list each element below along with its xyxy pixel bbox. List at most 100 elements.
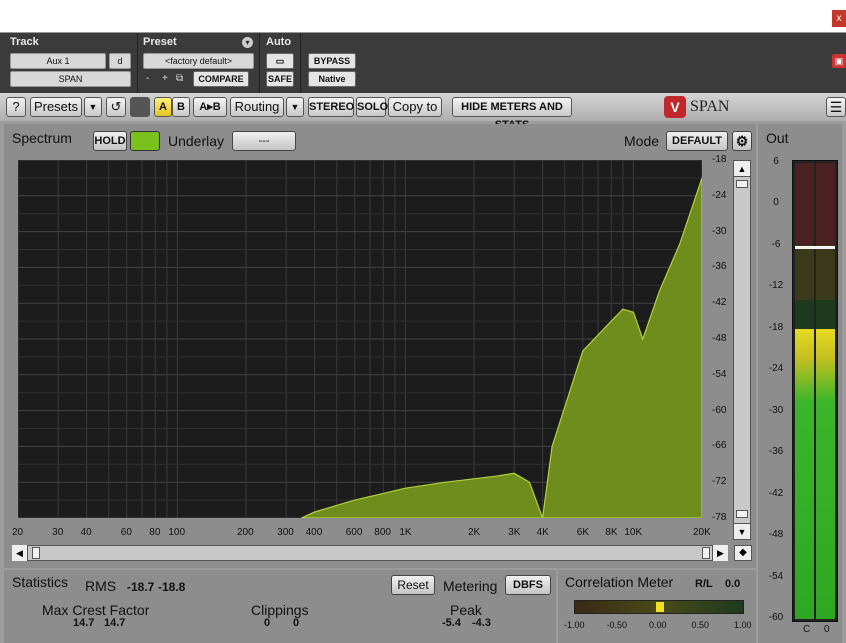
horizontal-scrollbar[interactable] (12, 545, 728, 561)
freq-tick-label: 20K (693, 527, 711, 538)
preset-minus-button[interactable]: - (146, 73, 149, 84)
mode-selector[interactable]: DEFAULT (666, 131, 728, 151)
scroll-up-icon[interactable]: ▲ (734, 161, 750, 177)
solo-button[interactable]: SOLO (356, 97, 388, 117)
clippings-label: Clippings (251, 602, 309, 618)
out-title: Out (766, 130, 789, 146)
scroll-right-icon[interactable]: ▶ (712, 545, 728, 561)
crest-factor-label: Max Crest Factor (42, 602, 150, 618)
scroll-down-icon[interactable]: ▼ (734, 523, 750, 539)
b-button[interactable]: B (172, 97, 190, 117)
track-label: Track (10, 36, 39, 48)
db-tick-label: -72 (712, 476, 727, 488)
out-tick-label: 0 (773, 197, 779, 209)
plugin-menu-icon[interactable]: ▣ (832, 54, 846, 68)
freq-tick-label: 400 (305, 527, 323, 538)
track-mode-selector[interactable]: d (109, 53, 131, 69)
host-header: Track Aux 1 d SPAN Preset ▾ <factory def… (0, 33, 846, 93)
vertical-scroll-thumb-bottom[interactable] (736, 510, 748, 518)
out-tick-label: -48 (768, 529, 784, 541)
undo-button[interactable]: ↺ (106, 97, 126, 117)
peak-label: Peak (450, 602, 482, 618)
spectrum-area (301, 177, 702, 518)
vertical-scrollbar[interactable] (733, 160, 751, 540)
correlation-meter (574, 600, 744, 614)
window-title-bar (0, 0, 846, 33)
horizontal-scroll-thumb[interactable] (32, 547, 40, 559)
out-tick-label: -36 (768, 446, 784, 458)
rms-right-value: -18.8 (158, 580, 186, 594)
db-tick-label: -18 (712, 154, 727, 165)
help-button[interactable]: ? (6, 97, 26, 117)
copy-to-button[interactable]: Copy to (388, 97, 442, 117)
freq-tick-label: 3K (508, 527, 521, 538)
freq-tick-label: 1K (399, 527, 412, 538)
compare-button[interactable]: COMPARE (193, 71, 249, 87)
out-tick-label: -42 (768, 487, 784, 499)
freq-tick-label: 2K (468, 527, 481, 538)
out-meter (792, 160, 838, 622)
correlation-tick-label: -1.00 (564, 620, 585, 630)
insert-selector[interactable]: SPAN (10, 71, 131, 87)
db-tick-label: -78 (712, 512, 727, 523)
freq-tick-label: 600 (345, 527, 363, 538)
preset-selector[interactable]: <factory default> (143, 53, 254, 69)
db-tick-label: -60 (712, 404, 727, 416)
track-selector[interactable]: Aux 1 (10, 53, 106, 69)
stereo-button[interactable]: STEREO (308, 97, 354, 117)
freq-tick-label: 200 (237, 527, 254, 538)
horizontal-scroll-thumb-right[interactable] (702, 547, 710, 559)
presets-dropdown-icon[interactable]: ▼ (84, 97, 102, 117)
routing-dropdown-icon[interactable]: ▼ (286, 97, 304, 117)
native-button[interactable]: Native (308, 71, 356, 87)
freq-tick-label: 800 (374, 527, 391, 538)
a-to-b-button[interactable]: A▸B (193, 97, 227, 117)
presets-button[interactable]: Presets (30, 97, 82, 117)
reset-view-icon[interactable]: ◆ (734, 545, 752, 561)
preset-menu-icon[interactable]: ▾ (242, 37, 253, 48)
bypass-button[interactable]: BYPASS (308, 53, 356, 69)
spectrum-title: Spectrum (12, 130, 72, 146)
underlay-selector[interactable]: --- (232, 131, 296, 151)
hold-button[interactable]: HOLD (93, 131, 127, 151)
freq-tick-label: 20 (12, 527, 24, 538)
metering-label: Metering (443, 578, 498, 594)
freq-tick-label: 60 (120, 527, 132, 538)
correlation-tick-label: -0.50 (606, 620, 628, 630)
out-tick-label: -60 (768, 612, 784, 623)
automation-window-icon[interactable]: ▭ (266, 53, 294, 69)
correlation-indicator (656, 602, 664, 612)
out-left-label: C (803, 624, 811, 635)
out-tick-label: -6 (771, 238, 781, 250)
underlay-label: Underlay (168, 133, 225, 149)
redo-icon[interactable] (130, 97, 150, 117)
rms-left-value: -18.7 (127, 580, 155, 594)
reset-button[interactable]: Reset (391, 575, 435, 595)
db-tick-label: -54 (712, 368, 727, 380)
plugin-toolbar: ? Presets ▼ ↺ A B A▸B Routing ▼ STEREO S… (0, 93, 846, 131)
db-tick-label: -24 (712, 189, 727, 201)
settings-gear-icon[interactable]: ⚙ (732, 131, 752, 151)
safe-button[interactable]: SAFE (266, 71, 294, 87)
hide-meters-button[interactable]: HIDE METERS AND STATS (452, 97, 572, 131)
routing-button[interactable]: Routing (230, 97, 284, 117)
preset-plus-button[interactable]: + (162, 73, 168, 84)
correlation-tick-label: 0.50 (691, 620, 710, 630)
voxengo-logo-icon: V (664, 96, 686, 118)
crest-left-value: 14.7 (73, 617, 95, 629)
crest-right-value: 14.7 (104, 617, 126, 629)
preset-copy-icon[interactable]: ⧉ (176, 73, 183, 84)
vertical-scroll-thumb[interactable] (736, 180, 748, 188)
scroll-left-icon[interactable]: ◀ (12, 545, 28, 561)
freq-tick-label: 40 (80, 527, 92, 538)
db-tick-label: -42 (712, 297, 727, 309)
menu-icon[interactable]: ☰ (826, 97, 846, 117)
db-tick-label: -36 (712, 261, 727, 273)
db-tick-label: -30 (712, 225, 727, 237)
close-button[interactable]: x (832, 10, 846, 27)
spectrum-graph[interactable] (18, 160, 702, 518)
a-button[interactable]: A (154, 97, 172, 117)
out-tick-label: -18 (768, 321, 784, 333)
metering-selector[interactable]: DBFS (505, 575, 551, 595)
hold-indicator[interactable] (130, 131, 160, 151)
